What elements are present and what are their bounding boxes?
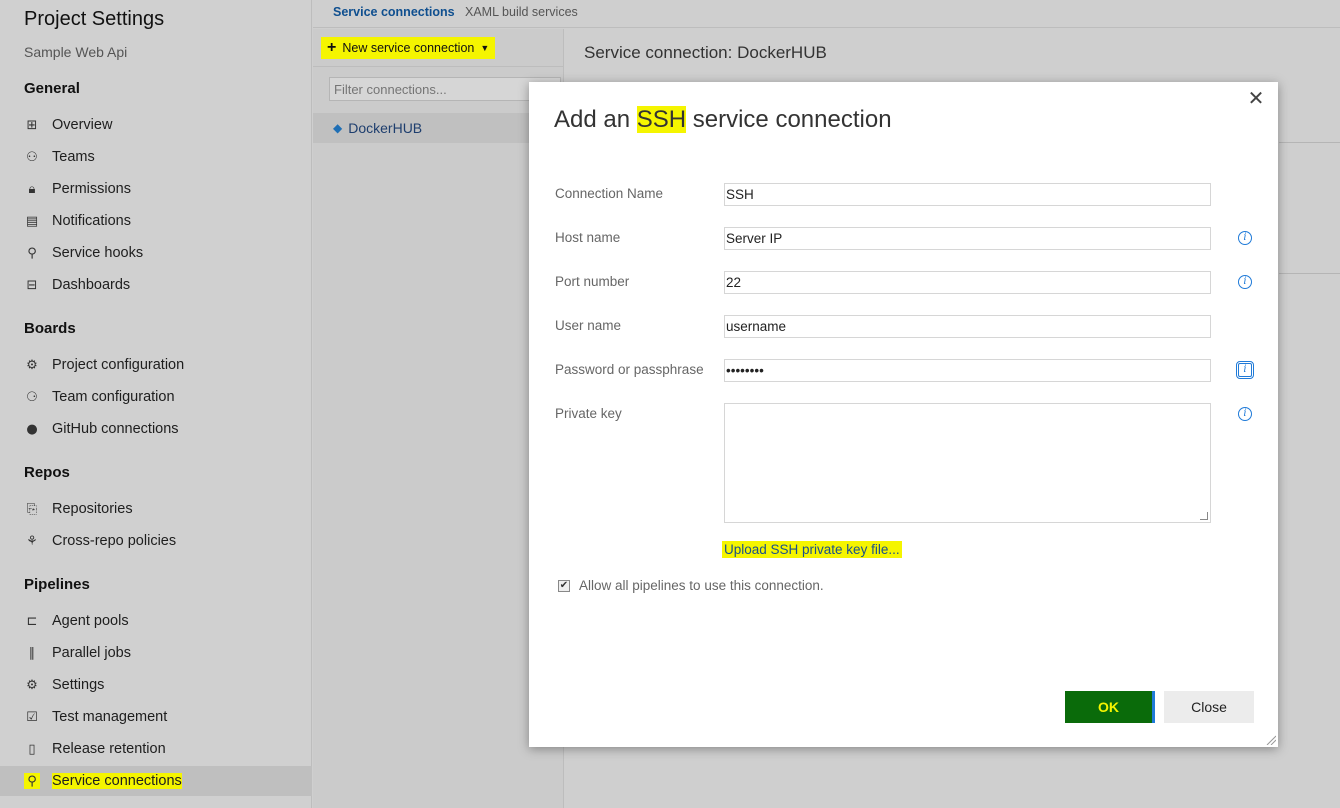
agent-pools-icon: ⊏ bbox=[26, 613, 38, 629]
section-boards: Boards bbox=[24, 320, 76, 337]
section-pipelines: Pipelines bbox=[24, 576, 90, 593]
parallel-jobs-icon: ∥ bbox=[28, 645, 36, 661]
release-retention-icon: ▯ bbox=[28, 741, 36, 757]
port-number-label: Port number bbox=[555, 274, 630, 289]
dialog-title: Add an SSH service connection bbox=[554, 106, 892, 133]
section-repos: Repos bbox=[24, 464, 70, 481]
sidebar-item-dashboards[interactable]: ⊟ Dashboards bbox=[0, 270, 312, 300]
sidebar-item-agent-pools[interactable]: ⊏ Agent pools bbox=[0, 606, 312, 636]
lock-icon: 🔒︎ bbox=[28, 181, 36, 197]
info-icon[interactable]: i bbox=[1238, 231, 1252, 245]
page-title: Project Settings bbox=[24, 8, 165, 30]
info-icon[interactable]: i bbox=[1238, 407, 1252, 421]
github-icon: ● bbox=[26, 421, 38, 437]
sidebar-item-service-connections[interactable]: ⚲ Service connections bbox=[0, 766, 312, 796]
private-key-label: Private key bbox=[555, 406, 622, 421]
settings-sidebar: Project Settings Sample Web Api General … bbox=[0, 0, 312, 808]
host-name-label: Host name bbox=[555, 230, 621, 245]
service-hooks-icon: ⚲ bbox=[27, 245, 37, 261]
tabs-bar: Service connections XAML build services bbox=[313, 0, 1340, 28]
sidebar-item-github-connections[interactable]: ● GitHub connections bbox=[0, 414, 312, 444]
password-input[interactable] bbox=[724, 359, 1211, 382]
new-service-connection-button[interactable]: + New service connection ▼ bbox=[321, 37, 496, 59]
divider bbox=[313, 66, 564, 67]
sidebar-item-overview[interactable]: ⊞ Overview bbox=[0, 110, 312, 140]
repository-icon: ⎘ bbox=[26, 501, 38, 517]
sidebar-item-cross-repo-policies[interactable]: ⚘ Cross-repo policies bbox=[0, 526, 312, 556]
close-button[interactable]: Close bbox=[1164, 691, 1254, 723]
sidebar-item-release-retention[interactable]: ▯ Release retention bbox=[0, 734, 312, 764]
dashboards-icon: ⊟ bbox=[26, 277, 38, 293]
private-key-textarea[interactable] bbox=[724, 403, 1211, 523]
chevron-down-icon: ▼ bbox=[480, 43, 490, 53]
notifications-icon: ▤ bbox=[25, 213, 39, 229]
divider bbox=[1279, 273, 1340, 274]
connection-item-dockerhub[interactable]: ◆ DockerHUB bbox=[313, 113, 564, 143]
sidebar-item-settings[interactable]: ⚙ Settings bbox=[0, 670, 312, 700]
sidebar-item-permissions[interactable]: 🔒︎ Permissions bbox=[0, 174, 312, 204]
allow-all-pipelines-row[interactable]: ✔ Allow all pipelines to use this connec… bbox=[558, 578, 824, 593]
teams-icon: ⚇ bbox=[26, 149, 38, 165]
gear-icon: ⚙ bbox=[26, 677, 38, 693]
test-management-icon: ☑ bbox=[26, 709, 38, 725]
sidebar-item-team-configuration[interactable]: ⚆ Team configuration bbox=[0, 382, 312, 412]
host-name-input[interactable] bbox=[724, 227, 1211, 250]
connection-details-title: Service connection: DockerHUB bbox=[584, 43, 827, 62]
plus-icon: + bbox=[327, 39, 337, 56]
upload-private-key-link[interactable]: Upload SSH private key file... bbox=[722, 541, 902, 558]
sidebar-item-project-configuration[interactable]: ⚙ Project configuration bbox=[0, 350, 312, 380]
section-general: General bbox=[24, 80, 80, 97]
tab-xaml-build-services[interactable]: XAML build services bbox=[465, 5, 578, 19]
sidebar-item-repositories[interactable]: ⎘ Repositories bbox=[0, 494, 312, 524]
sidebar-item-test-management[interactable]: ☑ Test management bbox=[0, 702, 312, 732]
team-config-icon: ⚆ bbox=[26, 389, 38, 405]
service-connections-icon: ⚲ bbox=[24, 773, 40, 789]
resize-grip-icon[interactable] bbox=[1266, 735, 1276, 745]
user-name-input[interactable] bbox=[724, 315, 1211, 338]
user-name-label: User name bbox=[555, 318, 622, 333]
close-icon[interactable]: ✕ bbox=[1246, 88, 1266, 108]
connection-name-input[interactable] bbox=[724, 183, 1211, 206]
sidebar-item-service-hooks[interactable]: ⚲ Service hooks bbox=[0, 238, 312, 268]
tab-service-connections[interactable]: Service connections bbox=[333, 5, 455, 19]
allow-all-pipelines-checkbox[interactable]: ✔ bbox=[558, 579, 570, 592]
info-icon[interactable]: i bbox=[1236, 361, 1254, 379]
password-label: Password or passphrase bbox=[555, 362, 704, 377]
port-number-input[interactable] bbox=[724, 271, 1211, 294]
connection-name-label: Connection Name bbox=[555, 186, 664, 201]
ok-button[interactable]: OK bbox=[1065, 691, 1155, 723]
overview-icon: ⊞ bbox=[26, 117, 38, 133]
docker-icon: ◆ bbox=[333, 121, 343, 135]
add-ssh-connection-dialog: Add an SSH service connection ✕ Connecti… bbox=[529, 82, 1278, 747]
filter-connections-input[interactable] bbox=[329, 77, 561, 101]
project-config-icon: ⚙ bbox=[26, 357, 38, 373]
project-name: Sample Web Api bbox=[24, 44, 128, 60]
allow-all-pipelines-label: Allow all pipelines to use this connecti… bbox=[579, 578, 824, 593]
sidebar-item-parallel-jobs[interactable]: ∥ Parallel jobs bbox=[0, 638, 312, 668]
sidebar-item-teams[interactable]: ⚇ Teams bbox=[0, 142, 312, 172]
info-icon[interactable]: i bbox=[1238, 275, 1252, 289]
connections-panel: + New service connection ▼ ◆ DockerHUB bbox=[313, 29, 564, 808]
sidebar-item-notifications[interactable]: ▤ Notifications bbox=[0, 206, 312, 236]
policy-icon: ⚘ bbox=[26, 533, 38, 549]
divider bbox=[1279, 142, 1340, 143]
